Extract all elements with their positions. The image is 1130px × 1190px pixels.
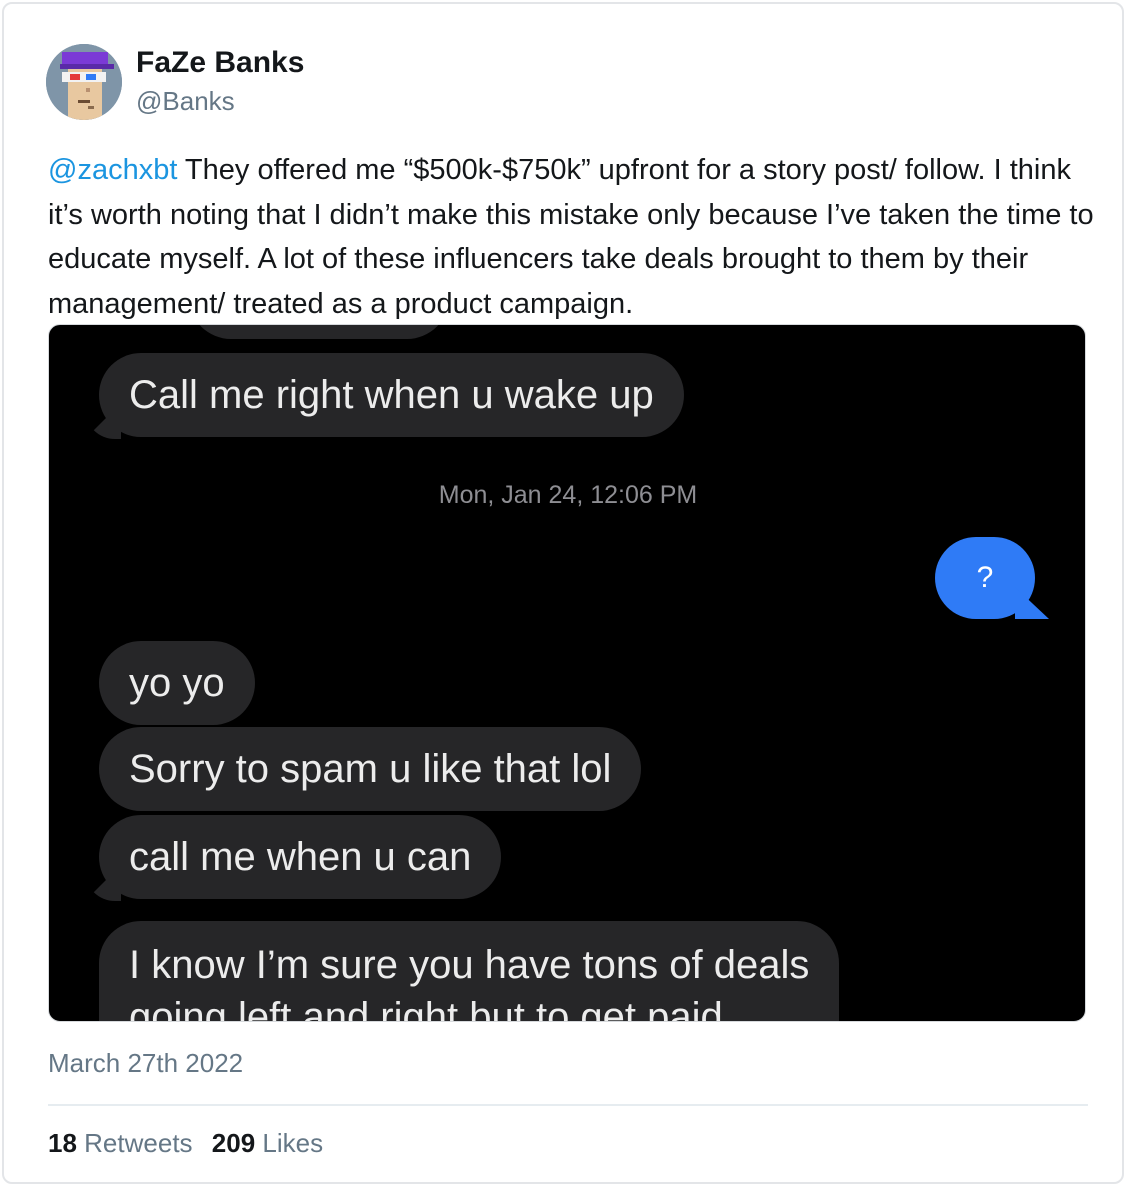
message-line: going left and right but to get paid bbox=[129, 995, 723, 1022]
message-bubble-incoming-multiline: I know I’m sure you have tons of deals g… bbox=[99, 921, 840, 1022]
message-bubble-incoming: Call me right when u wake up bbox=[99, 353, 684, 437]
tweet-body: They offered me “$500k-$750k” upfront fo… bbox=[48, 154, 1094, 320]
retweets-stat[interactable]: 18 Retweets bbox=[48, 1128, 193, 1158]
likes-label: Likes bbox=[262, 1128, 324, 1158]
likes-stat[interactable]: 209 Likes bbox=[212, 1128, 323, 1158]
mention-link[interactable]: @zachxbt bbox=[48, 154, 177, 186]
likes-count: 209 bbox=[211, 1128, 256, 1158]
divider bbox=[48, 1104, 1088, 1106]
author-handle[interactable]: @Banks bbox=[136, 86, 235, 117]
author-name[interactable]: FaZe Banks bbox=[136, 46, 304, 80]
cryptopunk-avatar-icon bbox=[46, 44, 122, 120]
message-timestamp: Mon, Jan 24, 12:06 PM bbox=[438, 481, 698, 509]
message-line: I know I’m sure you have tons of deals bbox=[129, 943, 810, 987]
tweet-stats: 18 Retweets 209 Likes bbox=[48, 1128, 335, 1159]
tweet-date[interactable]: March 27th 2022 bbox=[48, 1048, 243, 1079]
message-bubble-incoming: Sorry to spam u like that lol bbox=[99, 727, 642, 811]
avatar[interactable] bbox=[46, 44, 122, 120]
retweets-label: Retweets bbox=[84, 1128, 193, 1158]
retweets-count: 18 bbox=[48, 1128, 77, 1158]
partial-message-bubble bbox=[189, 325, 449, 339]
tweet-text: @zachxbt They offered me “$500k-$750k” u… bbox=[48, 148, 1098, 326]
message-bubble-incoming: yo yo bbox=[99, 641, 255, 725]
screenshot-media[interactable]: Call me right when u wake up Mon, Jan 24… bbox=[48, 324, 1086, 1022]
tweet-card: FaZe Banks @Banks @zachxbt They offered … bbox=[2, 2, 1124, 1184]
message-bubble-incoming: call me when u can bbox=[99, 815, 502, 899]
